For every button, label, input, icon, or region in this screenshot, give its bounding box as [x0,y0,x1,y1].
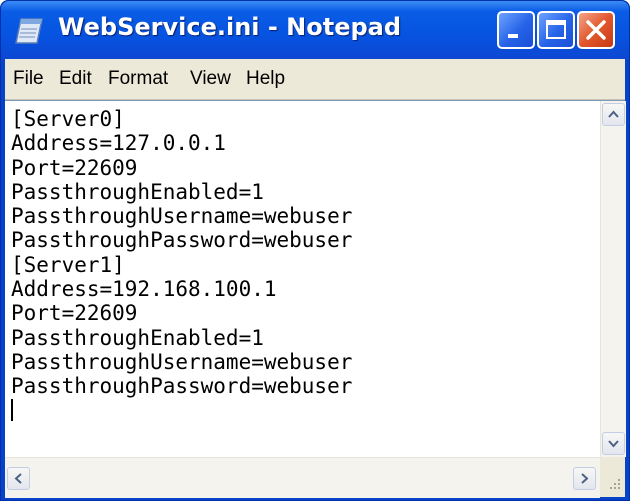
window-title: WebService.ini - Notepad [58,13,402,41]
menu-edit[interactable]: Edit [59,68,92,90]
arrow-down-icon [608,440,619,448]
menu-view[interactable]: View [190,68,231,90]
horizontal-scrollbar[interactable] [5,457,600,498]
text-editor[interactable]: [Server0] Address=127.0.0.1 Port=22609 P… [11,107,596,455]
notepad-window: WebService.ini - Notepad File Edit Forma… [0,0,630,501]
minimize-icon [508,34,518,38]
editor-area: [Server0] Address=127.0.0.1 Port=22609 P… [5,100,626,498]
title-bar[interactable]: WebService.ini - Notepad [1,1,629,59]
maximize-button[interactable] [537,11,575,49]
close-button[interactable] [577,11,615,49]
menu-help[interactable]: Help [246,68,285,90]
scroll-left-button[interactable] [7,467,30,490]
scroll-up-button[interactable] [602,103,625,126]
arrow-left-icon [14,473,22,484]
maximize-icon [546,20,566,39]
notepad-icon[interactable] [15,16,45,46]
scroll-down-button[interactable] [602,432,625,455]
editor-text: [Server0] Address=127.0.0.1 Port=22609 P… [11,107,353,399]
resize-grip[interactable] [600,457,625,497]
menu-bar: File Edit Format View Help [5,59,625,100]
arrow-up-icon [608,110,619,118]
menu-file[interactable]: File [13,68,44,90]
menu-format[interactable]: Format [108,68,168,90]
vertical-scrollbar[interactable] [600,101,626,457]
arrow-right-icon [581,473,589,484]
close-icon [586,20,606,40]
resize-grip-icon [610,479,620,489]
scroll-right-button[interactable] [573,467,596,490]
minimize-button[interactable] [497,11,535,49]
text-caret [11,398,13,421]
